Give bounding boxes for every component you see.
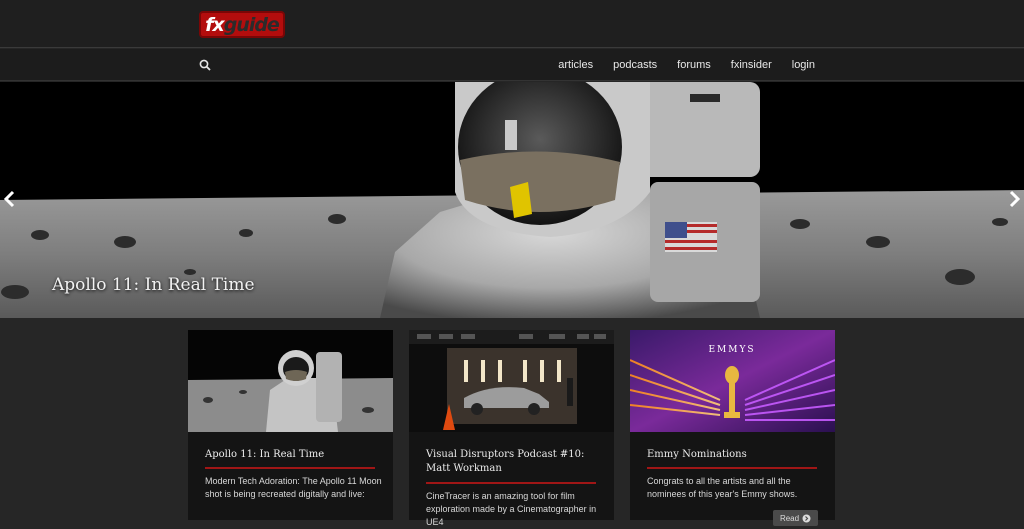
card-divider: [205, 467, 375, 469]
read-button[interactable]: Read: [773, 510, 818, 526]
nav-item-login[interactable]: login: [792, 59, 815, 71]
chevron-right-icon[interactable]: [1006, 188, 1022, 210]
article-card-apollo[interactable]: Apollo 11: In Real Time Modern Tech Ador…: [188, 330, 393, 520]
top-header: fx guide: [0, 0, 1024, 48]
card-excerpt: Modern Tech Adoration: The Apollo 11 Moo…: [205, 476, 382, 499]
nav-item-podcasts[interactable]: podcasts: [613, 59, 657, 71]
hero-slider[interactable]: Apollo 11: In Real Time: [0, 82, 1024, 318]
emmys-label: EMMYS: [708, 345, 755, 355]
nav-item-fxinsider[interactable]: fxinsider: [731, 59, 772, 71]
nav-item-articles[interactable]: articles: [558, 59, 593, 71]
article-card-emmy[interactable]: EMMYS Emmy Nominations Congrats to all t…: [630, 330, 835, 526]
read-button-label: Read: [779, 513, 800, 523]
fxguide-logo[interactable]: fx guide: [199, 11, 285, 38]
search-icon[interactable]: [199, 59, 211, 71]
article-card-podcast[interactable]: Visual Disruptors Podcast #10: Matt Work…: [409, 330, 614, 527]
card-image-podcast[interactable]: [409, 330, 614, 432]
article-cards: Apollo 11: In Real Time Modern Tech Ador…: [188, 330, 836, 527]
hero-title[interactable]: Apollo 11: In Real Time: [52, 275, 255, 295]
chevron-left-icon[interactable]: [2, 188, 18, 210]
card-image-emmy[interactable]: EMMYS: [630, 330, 835, 432]
card-title[interactable]: Emmy Nominations: [647, 448, 822, 462]
logo-fx-text: fx: [205, 13, 225, 36]
card-divider: [647, 467, 817, 469]
logo-guide-text: guide: [223, 13, 280, 36]
card-image-apollo[interactable]: [188, 330, 393, 432]
arrow-right-circle-icon: [802, 514, 811, 522]
card-excerpt: CineTracer is an amazing tool for film e…: [426, 491, 597, 527]
card-excerpt: Congrats to all the artists and all the …: [647, 476, 798, 499]
nav-menu: articles podcasts forums fxinsider login: [558, 49, 815, 81]
main-navbar: articles podcasts forums fxinsider login: [0, 49, 1024, 81]
card-divider: [426, 482, 596, 484]
card-title[interactable]: Visual Disruptors Podcast #10: Matt Work…: [426, 448, 601, 476]
nav-item-forums[interactable]: forums: [677, 59, 711, 71]
card-title[interactable]: Apollo 11: In Real Time: [205, 448, 380, 462]
